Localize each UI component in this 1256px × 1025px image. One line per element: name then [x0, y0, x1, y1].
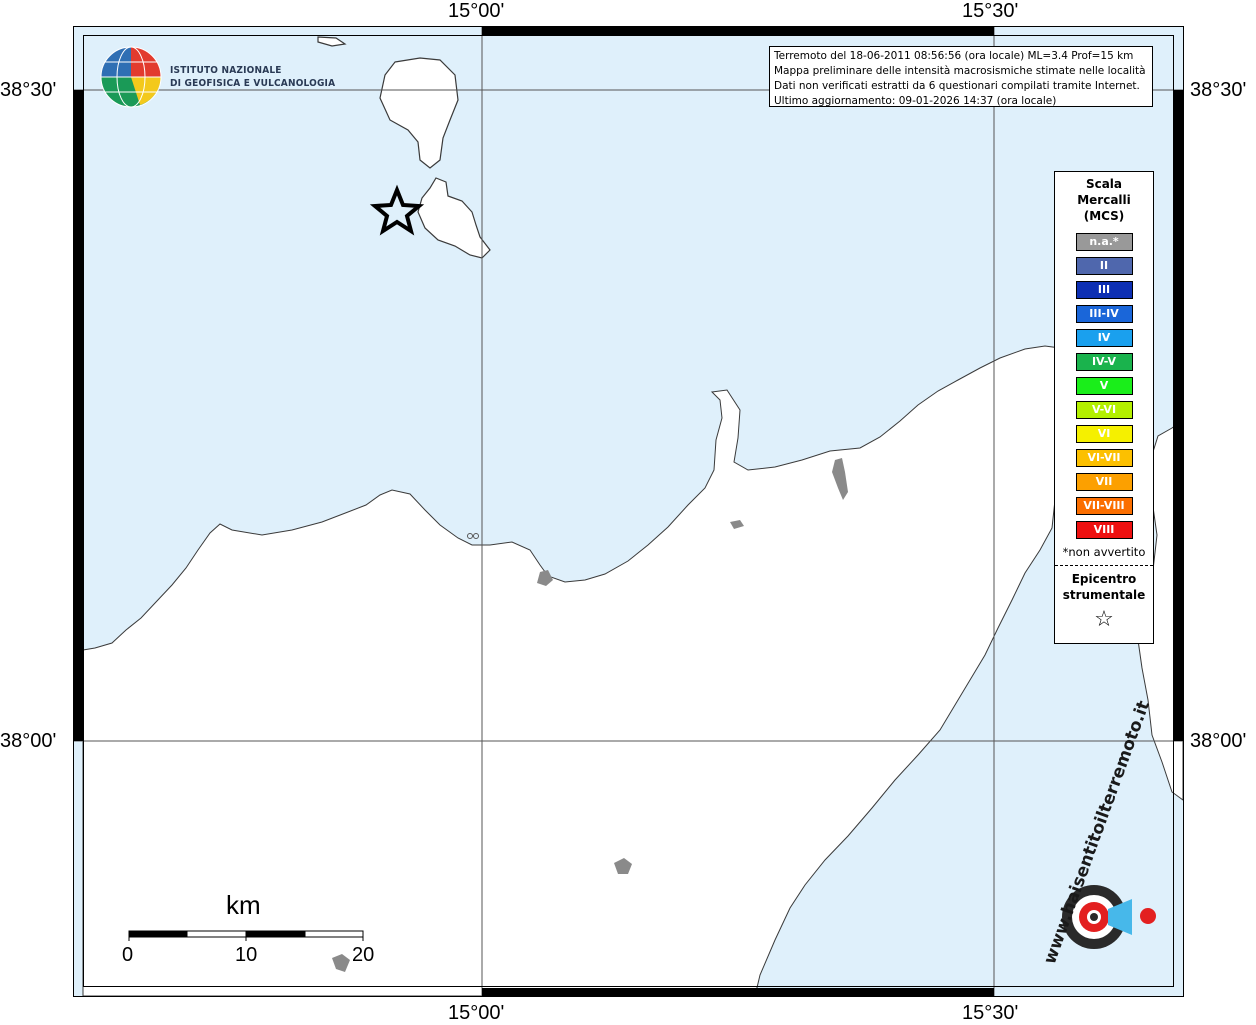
mcs-legend: Scala Mercalli (MCS) n.a.* II III III-IV IV I…	[1054, 171, 1154, 644]
scale-bar-label-10: 10	[235, 944, 258, 966]
legend-separator	[1055, 565, 1153, 566]
info-line-4: Ultimo aggiornamento: 09-01-2026 14:37 (…	[774, 95, 1057, 107]
legend-items: n.a.* II III III-IV IV IV-V V V-VI VI VI-VII VII VI…	[1055, 233, 1153, 539]
legend-item-3: III-IV	[1075, 305, 1133, 323]
frame-segment-left	[74, 90, 83, 741]
legend-title-line-3: (MCS)	[1083, 209, 1125, 223]
legend-item-2: III	[1075, 281, 1133, 299]
legend-item-11: VII-VIII	[1075, 497, 1133, 515]
ingv-globe-icon	[100, 46, 162, 108]
frame-segment-bottom	[482, 988, 994, 996]
scale-bar-label-20: 20	[352, 944, 375, 966]
legend-note: *non avvertito	[1062, 545, 1146, 559]
ingv-line-1: ISTITUTO NAZIONALE	[170, 65, 282, 76]
legend-item-4: IV	[1075, 329, 1133, 347]
legend-star-icon: ☆	[1094, 607, 1114, 632]
legend-item-7: V-VI	[1075, 401, 1133, 419]
frame-segment-top	[482, 27, 994, 35]
legend-epicenter-line-2: strumentale	[1062, 588, 1146, 602]
frame-segment-right	[1174, 90, 1183, 741]
lon-label-top-15-30: 15°30'	[962, 0, 1019, 22]
lat-label-right-38-30: 38°30'	[1190, 79, 1247, 101]
legend-item-9: VI-VII	[1075, 449, 1133, 467]
info-line-1: Terremoto del 18-06-2011 08:56:56 (ora l…	[774, 50, 1134, 62]
scale-bar-segment2	[186, 930, 247, 938]
legend-title-line-2: Mercalli	[1077, 193, 1131, 207]
scale-bar-label-0: 0	[122, 944, 134, 966]
legend-item-10: VII	[1075, 473, 1133, 491]
legend-epicenter-line-1: Epicentro	[1071, 572, 1137, 586]
legend-epicenter-label: Epicentro strumentale	[1055, 571, 1153, 603]
lon-label-bottom-15-00: 15°00'	[448, 1002, 505, 1024]
info-line-2: Mappa preliminare delle intensità macros…	[774, 65, 1146, 77]
legend-item-8: VI	[1075, 425, 1133, 443]
legend-item-5: IV-V	[1075, 353, 1133, 371]
ingv-name: ISTITUTO NAZIONALE DI GEOFISICA E VULCAN…	[170, 64, 335, 90]
lon-label-top-15-00: 15°00'	[448, 0, 505, 22]
legend-item-12: VIII	[1075, 521, 1133, 539]
lat-label-left-38-00: 38°00'	[0, 730, 57, 752]
legend-title-line-1: Scala	[1085, 177, 1123, 191]
scale-bar-segment3	[245, 930, 306, 938]
ingv-line-2: DI GEOFISICA E VULCANOLOGIA	[170, 78, 336, 89]
legend-item-6: V	[1075, 377, 1133, 395]
legend-item-1: II	[1075, 257, 1133, 275]
lon-label-bottom-15-30: 15°30'	[962, 1002, 1019, 1024]
info-line-3: Dati non verificati estratti da 6 questi…	[774, 80, 1140, 92]
scale-bar-segment4	[304, 930, 364, 938]
lat-label-right-38-00: 38°00'	[1190, 730, 1247, 752]
scale-bar-unit: km	[226, 890, 261, 920]
scale-bar-segment1	[128, 930, 188, 938]
legend-item-0: n.a.*	[1075, 233, 1133, 251]
event-info-box: Terremoto del 18-06-2011 08:56:56 (ora l…	[769, 46, 1153, 107]
legend-title: Scala Mercalli (MCS)	[1055, 176, 1153, 224]
lat-label-left-38-30: 38°30'	[0, 79, 57, 101]
